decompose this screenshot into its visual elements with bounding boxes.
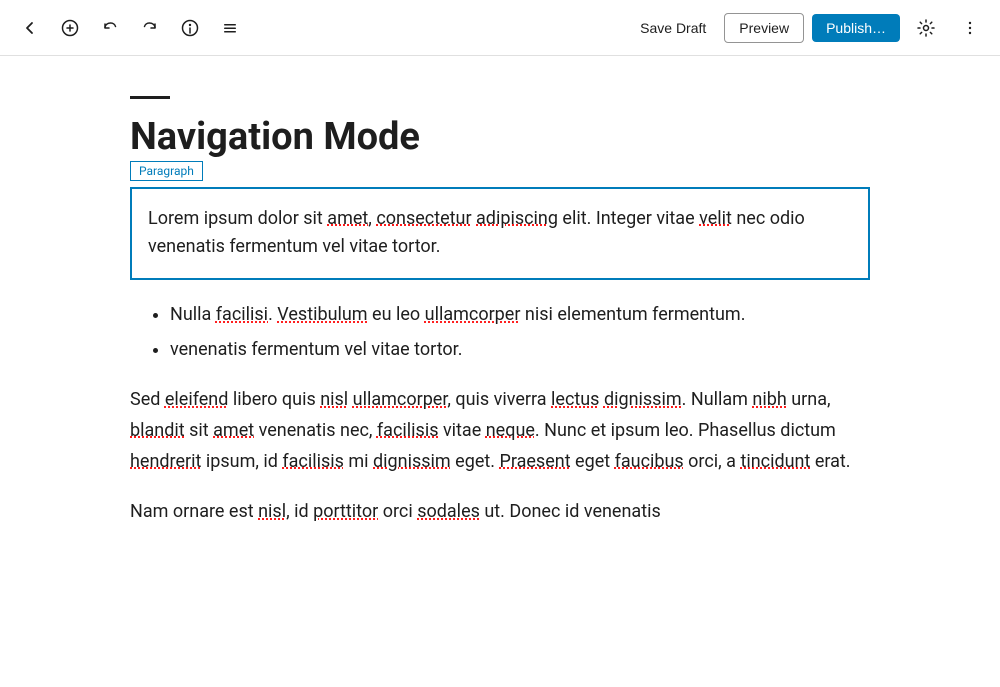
list-item: Nulla facilisi. Vestibulum eu leo ullamc… xyxy=(170,300,870,331)
block-type-label: Paragraph xyxy=(130,161,203,181)
spell-amet-2: amet xyxy=(213,420,254,441)
spell-sodales: sodales xyxy=(417,501,480,522)
list-item: venenatis fermentum vel vitae tortor. xyxy=(170,335,870,366)
spell-ullamcorper-1: ullamcorper xyxy=(425,304,521,325)
spell-velit: velit xyxy=(699,208,732,229)
spell-adipiscing: adipiscing xyxy=(476,208,558,229)
toolbar-right-actions: Save Draft Preview Publish… xyxy=(630,10,988,46)
settings-button[interactable] xyxy=(908,10,944,46)
toolbar-left-actions xyxy=(12,10,248,46)
spell-nisl-1: nisl xyxy=(320,389,348,410)
spell-porttitor: porttitor xyxy=(313,501,378,522)
spell-neque: neque xyxy=(486,420,535,441)
body-paragraph-2: Sed eleifend libero quis nisl ullamcorpe… xyxy=(130,385,870,477)
spell-faucibus: faucibus xyxy=(615,451,684,472)
page-title: Navigation Mode xyxy=(130,115,870,161)
spell-praesent: Praesent xyxy=(499,451,570,472)
spell-amet: amet xyxy=(327,208,368,229)
spell-facilisi-1: facilisi xyxy=(216,304,268,325)
back-button[interactable] xyxy=(12,10,48,46)
title-divider xyxy=(130,96,170,99)
spell-blandit: blandit xyxy=(130,420,185,441)
spell-nibh: nibh xyxy=(752,389,786,410)
spell-lectus: lectus xyxy=(551,389,599,410)
details-button[interactable] xyxy=(172,10,208,46)
add-block-button[interactable] xyxy=(52,10,88,46)
spell-ullamcorper-2: ullamcorper xyxy=(353,389,448,410)
save-draft-button[interactable]: Save Draft xyxy=(630,14,716,42)
spell-consectetur: consectetur xyxy=(376,208,471,229)
content-area: Navigation Mode Paragraph Lorem ipsum do… xyxy=(50,56,950,687)
spell-dignissim-2: dignissim xyxy=(373,451,451,472)
spell-tincidunt: tincidunt xyxy=(740,451,810,472)
tools-button[interactable] xyxy=(212,10,248,46)
paragraph-block[interactable]: Lorem ipsum dolor sit amet, consectetur … xyxy=(130,187,870,281)
publish-button[interactable]: Publish… xyxy=(812,14,900,42)
spell-dignissim-1: dignissim xyxy=(604,389,682,410)
spell-eleifend: eleifend xyxy=(165,389,229,410)
spell-vestibulum: Vestibulum xyxy=(277,304,367,325)
preview-button[interactable]: Preview xyxy=(724,13,804,43)
spell-hendrerit: hendrerit xyxy=(130,451,201,472)
bullet-list: Nulla facilisi. Vestibulum eu leo ullamc… xyxy=(130,300,870,365)
spell-facilisis-1: facilisis xyxy=(377,420,439,441)
spell-facilisis-2: facilisis xyxy=(282,451,344,472)
more-options-button[interactable] xyxy=(952,10,988,46)
paragraph-block-wrapper: Paragraph Lorem ipsum dolor sit amet, co… xyxy=(130,187,870,281)
body-paragraph-3: Nam ornare est nisl, id porttitor orci s… xyxy=(130,497,870,528)
redo-button[interactable] xyxy=(132,10,168,46)
spell-nisl-2: nisl xyxy=(258,501,286,522)
paragraph-text: Lorem ipsum dolor sit amet, consectetur … xyxy=(148,208,805,258)
toolbar: Save Draft Preview Publish… xyxy=(0,0,1000,56)
undo-button[interactable] xyxy=(92,10,128,46)
